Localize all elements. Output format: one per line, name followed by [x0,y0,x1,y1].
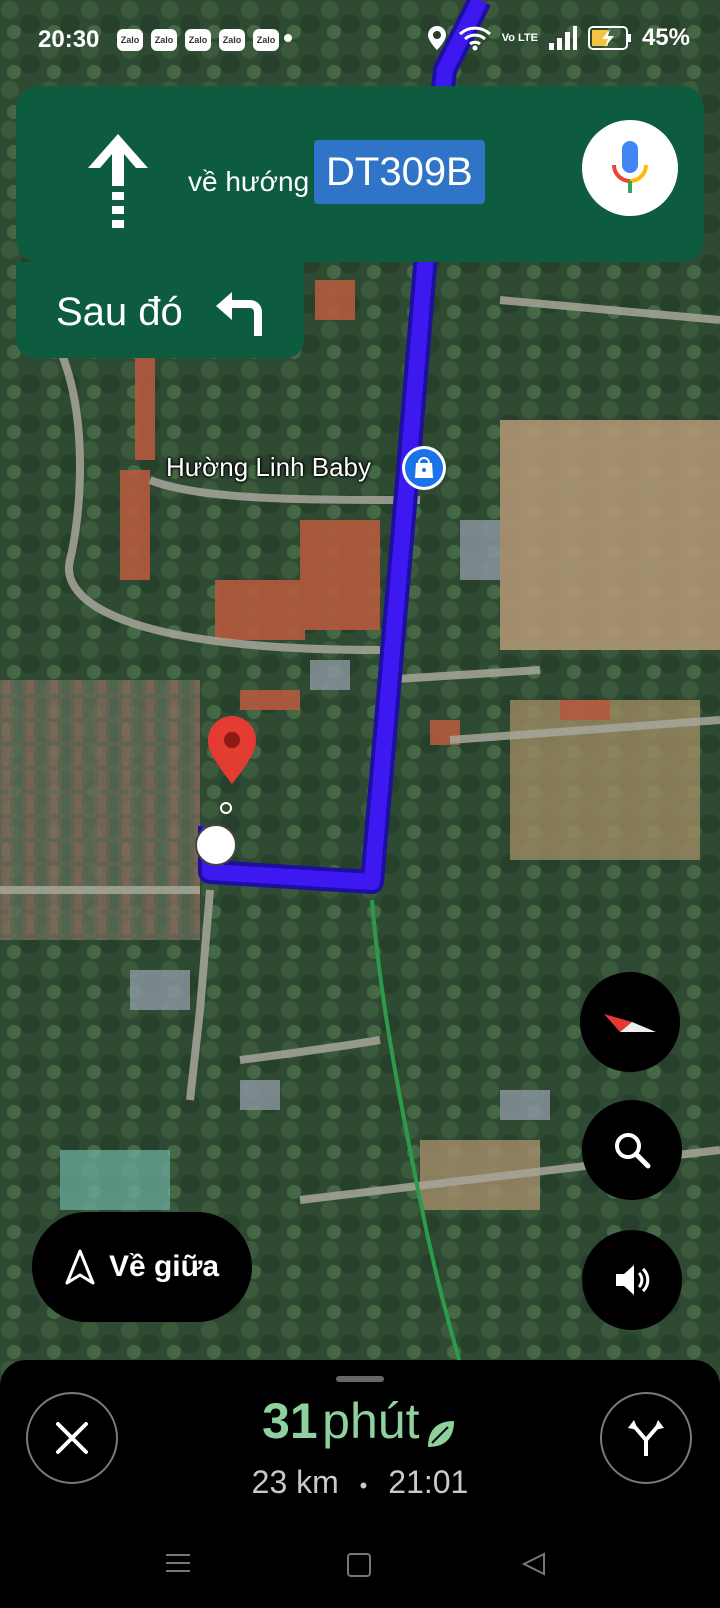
more-notifications-dot [284,34,292,42]
eco-leaf-icon [427,1420,454,1447]
compass-button[interactable] [580,972,680,1072]
search-button[interactable] [582,1100,682,1200]
toward-label: về hướng [188,166,310,197]
recenter-label: Về giữa [108,1250,220,1283]
road-name: DT309B [314,140,485,204]
turn-instruction-banner[interactable]: về hướng DT309B [16,86,704,262]
recenter-button[interactable]: Về giữa [32,1212,252,1322]
zalo-icon: Zalo [151,29,177,51]
zalo-icon: Zalo [253,29,279,51]
signal-icon [548,26,577,50]
home-icon[interactable] [347,1553,371,1577]
eta-value: 31 [262,1393,318,1449]
microphone-icon [612,141,648,193]
battery-percentage: 45% [641,24,690,51]
route-fork-icon [628,1420,664,1456]
separator-dot: • [359,1473,368,1498]
volte-indicator: Vo LTE [501,31,538,44]
menu-icon[interactable] [166,1554,190,1572]
wifi-icon [458,26,491,51]
location-icon [427,26,446,50]
trip-distance: 23 km [251,1464,339,1500]
compass-icon [604,1014,656,1032]
search-icon [615,1133,651,1169]
notification-icons: Zalo Zalo Zalo Zalo Zalo [117,29,279,51]
voice-search-button[interactable] [582,120,678,216]
clock: 20:30 [38,26,100,53]
back-icon[interactable] [521,1552,545,1576]
turn-left-icon [216,292,262,336]
sheet-drag-handle[interactable] [336,1376,384,1382]
next-turn-panel[interactable]: Sau đó [16,262,304,358]
zalo-icon: Zalo [117,29,143,51]
zalo-icon: Zalo [185,29,211,51]
arrival-time: 21:01 [388,1464,469,1500]
eta-unit: phút [322,1393,420,1449]
alternate-routes-button[interactable] [600,1392,692,1484]
straight-arrow-icon [88,134,148,228]
status-bar: 20:30 Zalo Zalo Zalo Zalo Zalo Vo LTE 45… [0,0,720,84]
then-label: Sau đó [56,290,183,334]
volume-icon [616,1265,650,1295]
poi-label[interactable]: Hường Linh Baby [166,452,371,483]
zalo-icon: Zalo [219,29,245,51]
shopping-bag-icon[interactable] [402,446,446,490]
navigation-arrow-icon [65,1249,95,1285]
battery-charging-icon [587,26,631,50]
trip-summary-sheet[interactable]: 31 phút 23 km • 21:01 [0,1360,720,1608]
system-navigation-bar [166,1552,545,1577]
sound-button[interactable] [582,1230,682,1330]
